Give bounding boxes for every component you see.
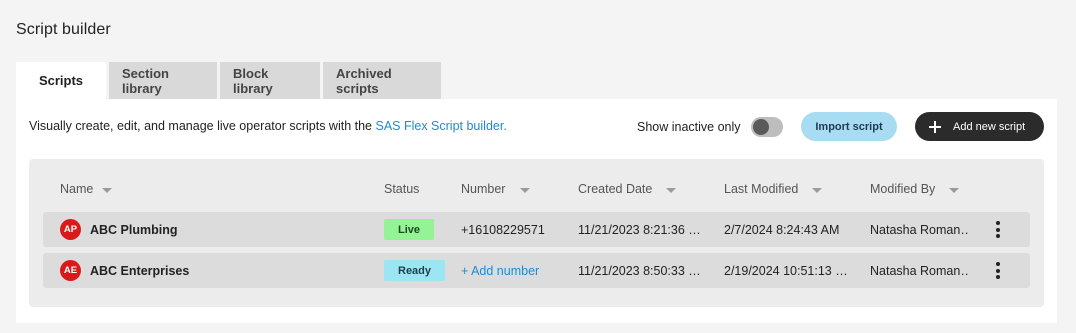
column-header-last-modified[interactable]: Last Modified [724, 182, 823, 196]
phone-number: +16108229571 [461, 222, 545, 237]
modified-by: Natasha Roman… [870, 222, 970, 237]
script-name: ABC Plumbing [90, 222, 178, 237]
caret-down-icon [812, 187, 823, 193]
toggle-knob [753, 119, 769, 135]
scripts-panel: Visually create, edit, and manage live o… [16, 99, 1057, 323]
status-badge: Live [384, 219, 435, 240]
table-row[interactable]: AP ABC Plumbing Live +16108229571 11/21/… [43, 212, 1030, 247]
status-badge: Ready [384, 260, 446, 281]
more-vertical-icon[interactable] [994, 262, 1002, 279]
last-modified: 2/19/2024 10:51:13 … [724, 263, 848, 278]
add-number-link[interactable]: + Add number [461, 264, 539, 278]
add-new-script-label: Add new script [953, 120, 1026, 133]
column-header-label: Created Date [578, 182, 653, 196]
sas-flex-link[interactable]: SAS Flex Script builder. [375, 119, 506, 133]
show-inactive-label: Show inactive only [637, 120, 741, 134]
table-row[interactable]: AE ABC Enterprises Ready + Add number 11… [43, 253, 1030, 288]
plus-icon [929, 120, 941, 133]
column-header-modified-by[interactable]: Modified By [870, 182, 960, 196]
caret-down-icon [666, 187, 677, 193]
tab-bar: Scripts Section library Block library Ar… [16, 62, 441, 99]
show-inactive-toggle[interactable] [751, 117, 783, 137]
column-header-label: Name [60, 182, 94, 196]
more-vertical-icon[interactable] [994, 221, 1002, 238]
caret-down-icon [520, 187, 531, 193]
created-date: 11/21/2023 8:21:36 … [578, 222, 701, 237]
import-script-button[interactable]: Import script [801, 112, 897, 141]
add-new-script-button[interactable]: Add new script [915, 112, 1044, 141]
column-header-name[interactable]: Name [60, 182, 113, 196]
tab-scripts[interactable]: Scripts [16, 62, 106, 99]
modified-by: Natasha Roman… [870, 263, 970, 278]
caret-down-icon [102, 187, 113, 193]
description-text: Visually create, edit, and manage live o… [29, 119, 507, 133]
column-header-label: Last Modified [724, 182, 799, 196]
phone-number-cell: + Add number [461, 253, 539, 288]
tab-section-library[interactable]: Section library [109, 62, 217, 99]
tab-block-library[interactable]: Block library [220, 62, 320, 99]
avatar: AE [60, 260, 81, 281]
column-header-created-date[interactable]: Created Date [578, 182, 677, 196]
avatar: AP [60, 219, 81, 240]
status-cell: Ready [384, 253, 446, 288]
caret-down-icon [949, 187, 960, 193]
status-cell: Live [384, 212, 435, 247]
column-header-number[interactable]: Number [461, 182, 531, 196]
script-name: ABC Enterprises [90, 263, 190, 278]
column-header-status: Status [384, 182, 419, 196]
last-modified: 2/7/2024 8:24:43 AM [724, 222, 840, 237]
page-title: Script builder [16, 21, 111, 38]
column-header-label: Number [461, 182, 506, 196]
description-prefix: Visually create, edit, and manage live o… [29, 119, 376, 133]
tab-archived-scripts[interactable]: Archived scripts [323, 62, 441, 99]
scripts-table: Name Status Number Created Date Last Mod… [29, 159, 1044, 307]
created-date: 11/21/2023 8:50:33 … [578, 263, 701, 278]
column-header-label: Status [384, 182, 420, 196]
column-header-label: Modified By [870, 182, 936, 196]
